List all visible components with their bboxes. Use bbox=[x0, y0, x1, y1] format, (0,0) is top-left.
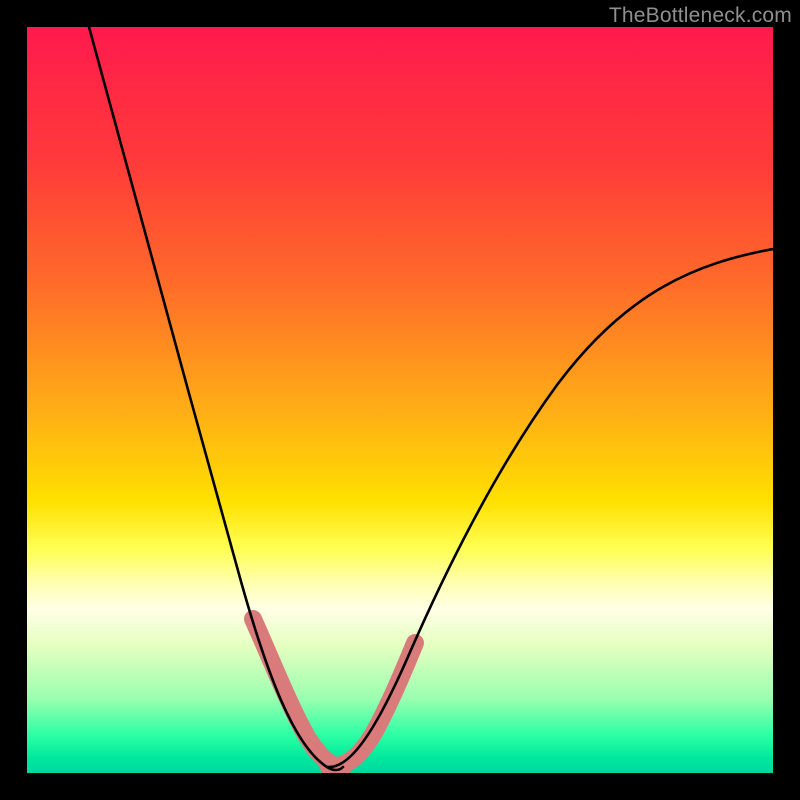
watermark-text: TheBottleneck.com bbox=[609, 4, 792, 28]
right-curve-highlight bbox=[329, 643, 415, 767]
left-curve-highlight bbox=[253, 619, 343, 767]
chart-svg bbox=[27, 27, 773, 773]
chart-plot-area bbox=[27, 27, 773, 773]
right-curve bbox=[327, 249, 773, 767]
left-curve bbox=[89, 27, 343, 770]
